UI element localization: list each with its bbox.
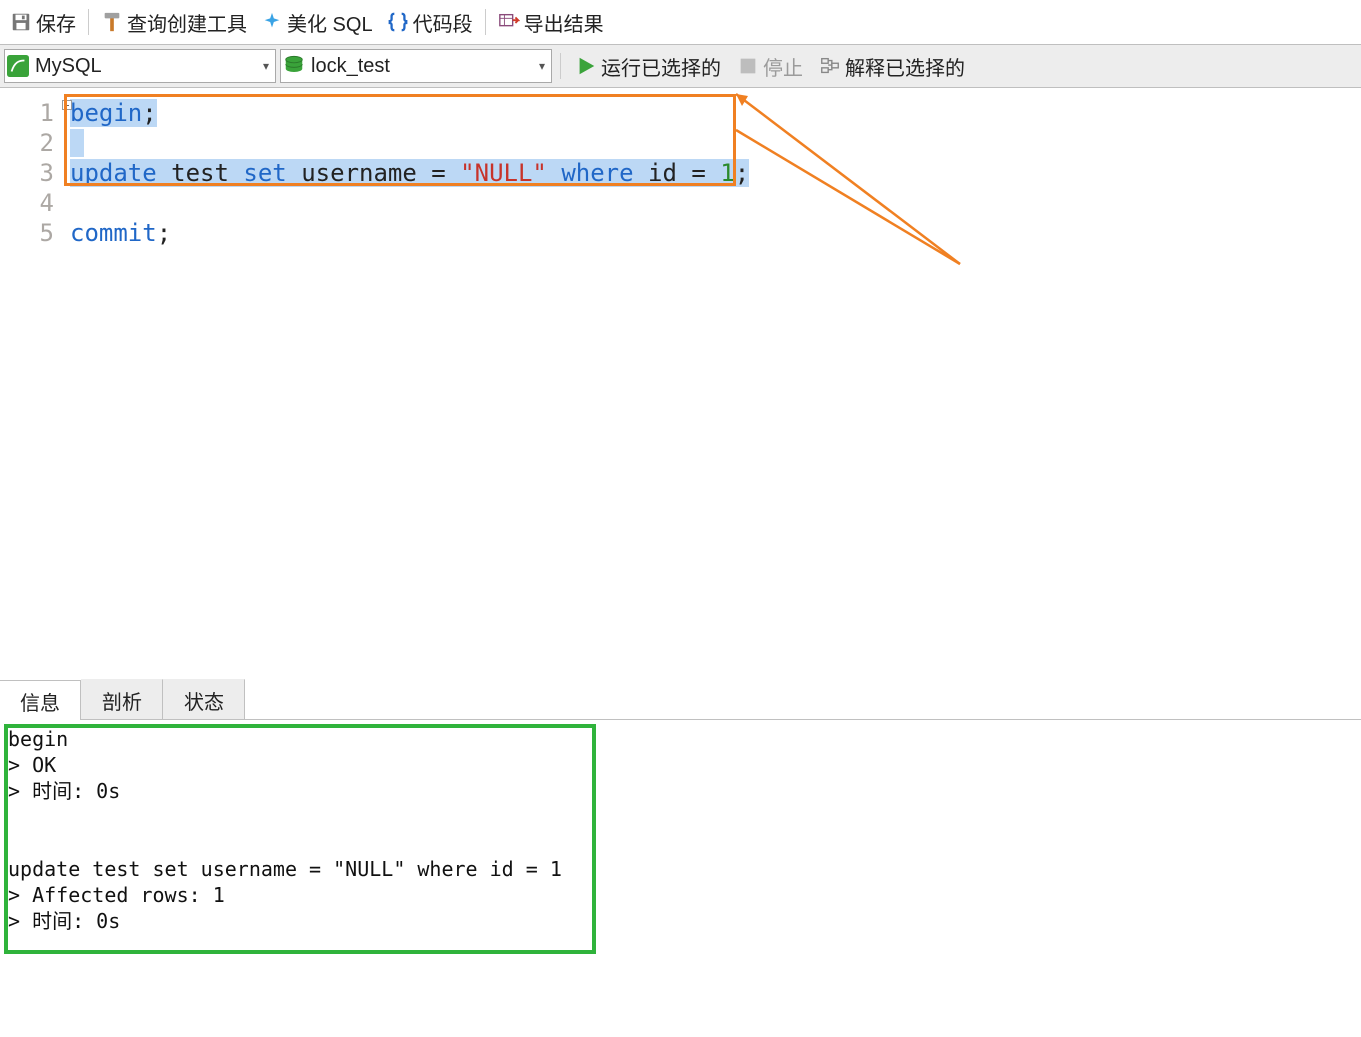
query-builder-button[interactable]: 查询创建工具 xyxy=(95,5,253,39)
export-icon xyxy=(498,11,520,33)
explain-selected-label: 解释已选择的 xyxy=(845,52,965,81)
snippets-label: 代码段 xyxy=(413,8,473,37)
stop-label: 停止 xyxy=(763,52,803,81)
chevron-down-icon: ▾ xyxy=(263,59,269,73)
schema-select[interactable]: lock_test ▾ xyxy=(280,49,552,83)
code-area[interactable]: begin; update test set username = "NULL"… xyxy=(64,98,749,248)
code-token: username xyxy=(287,159,432,187)
beautify-sql-button[interactable]: 美化 SQL xyxy=(255,5,379,39)
braces-icon xyxy=(387,11,409,33)
code-token: id xyxy=(634,159,692,187)
sql-editor[interactable]: 12345 begin; update test set username = … xyxy=(0,88,1361,680)
engine-label: MySQL xyxy=(35,55,257,78)
code-token: ; xyxy=(142,99,156,127)
tab-info[interactable]: 信息 xyxy=(0,680,81,720)
explain-icon xyxy=(819,55,841,77)
chevron-down-icon: ▾ xyxy=(539,59,545,73)
code-token: "NULL" xyxy=(460,159,547,187)
export-results-button[interactable]: 导出结果 xyxy=(492,5,610,39)
code-token: ; xyxy=(735,159,749,187)
tab-status[interactable]: 状态 xyxy=(163,679,245,719)
action-bar: MySQL ▾ lock_test ▾ 运行已选择的 停止 解释已选择的 xyxy=(0,44,1361,88)
run-selected-button[interactable]: 运行已选择的 xyxy=(569,49,727,83)
stop-icon xyxy=(737,55,759,77)
explain-selected-button[interactable]: 解释已选择的 xyxy=(813,49,971,83)
snippets-button[interactable]: 代码段 xyxy=(381,5,479,39)
code-token xyxy=(547,159,561,187)
engine-select[interactable]: MySQL ▾ xyxy=(4,49,276,83)
line-gutter: 12345 xyxy=(0,98,64,248)
hammer-icon xyxy=(101,11,123,33)
play-icon xyxy=(575,55,597,77)
code-token: = xyxy=(691,159,720,187)
database-icon xyxy=(283,55,305,77)
mysql-icon xyxy=(7,55,29,77)
output-tabs: 信息 剖析 状态 xyxy=(0,680,1361,720)
main-toolbar: 保存 查询创建工具 美化 SQL 代码段 导出结果 xyxy=(0,0,1361,44)
toolbar-separator xyxy=(88,9,89,35)
toolbar-separator xyxy=(560,53,561,79)
run-selected-label: 运行已选择的 xyxy=(601,52,721,81)
toolbar-separator xyxy=(485,9,486,35)
code-token: commit xyxy=(70,219,157,247)
fold-marker[interactable] xyxy=(62,100,72,110)
export-label: 导出结果 xyxy=(524,8,604,37)
schema-label: lock_test xyxy=(311,55,533,78)
save-label: 保存 xyxy=(36,8,76,37)
save-button[interactable]: 保存 xyxy=(4,5,82,39)
code-token: = xyxy=(431,159,460,187)
tab-profiler[interactable]: 剖析 xyxy=(81,679,163,719)
stop-button[interactable]: 停止 xyxy=(731,49,809,83)
code-token: where xyxy=(561,159,633,187)
output-panel: begin > OK > 时间: 0s update test set user… xyxy=(0,720,1361,934)
save-icon xyxy=(10,11,32,33)
code-token: ; xyxy=(157,219,171,247)
code-token: 1 xyxy=(720,159,734,187)
code-token: test xyxy=(157,159,244,187)
query-builder-label: 查询创建工具 xyxy=(127,8,247,37)
code-token: begin xyxy=(70,99,142,127)
code-token: update xyxy=(70,159,157,187)
code-token: set xyxy=(243,159,286,187)
sparkle-icon xyxy=(261,11,283,33)
beautify-label: 美化 SQL xyxy=(287,8,373,37)
output-text: begin > OK > 时间: 0s update test set user… xyxy=(8,726,1361,934)
